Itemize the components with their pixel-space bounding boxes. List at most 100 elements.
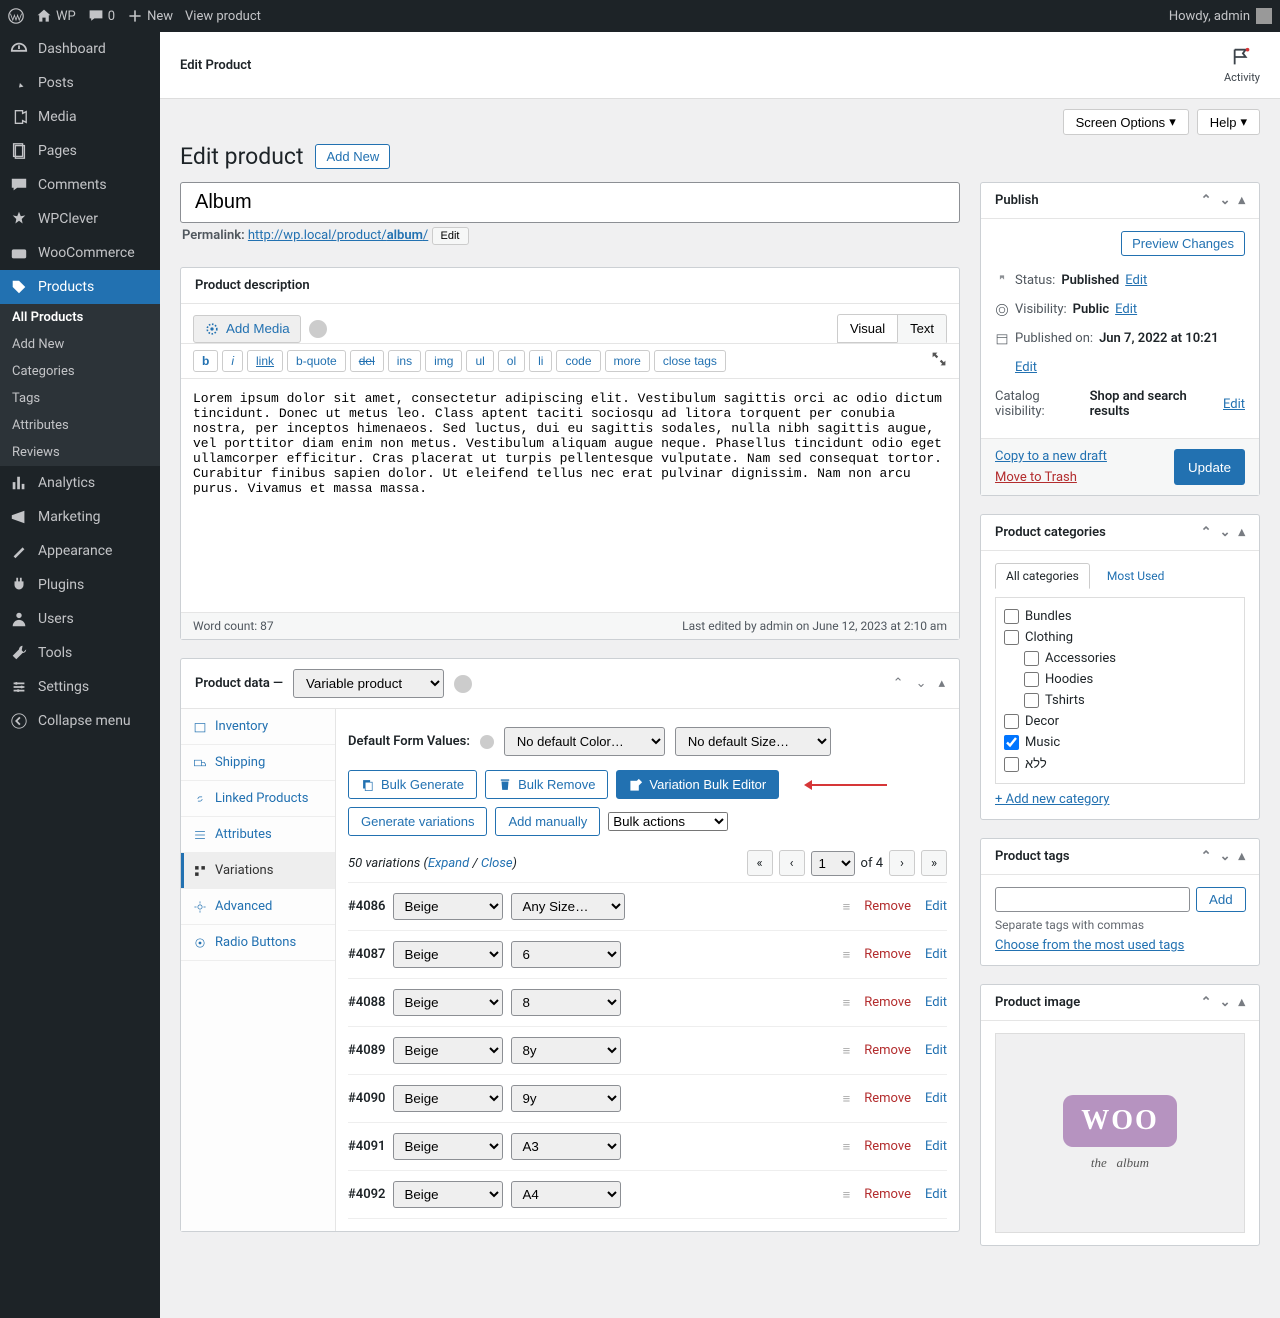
- variation-bulk-editor-button[interactable]: Variation Bulk Editor: [616, 770, 779, 799]
- variation-color-select[interactable]: Beige: [393, 941, 503, 968]
- bulk-generate-button[interactable]: Bulk Generate: [348, 770, 477, 799]
- edit-link[interactable]: Edit: [925, 1139, 947, 1154]
- submenu-attributes[interactable]: Attributes: [0, 412, 160, 439]
- permalink-link[interactable]: http://wp.local/product/album/: [248, 228, 428, 243]
- qt-ol[interactable]: ol: [498, 350, 525, 372]
- howdy-user[interactable]: Howdy, admin: [1169, 9, 1250, 24]
- generate-variations-button[interactable]: Generate variations: [348, 807, 487, 836]
- new-link[interactable]: New: [127, 8, 173, 24]
- category-item[interactable]: Hoodies: [1004, 669, 1236, 690]
- page-next-button[interactable]: ›: [889, 850, 915, 876]
- category-checkbox[interactable]: [1024, 693, 1039, 708]
- category-checkbox[interactable]: [1024, 672, 1039, 687]
- submenu-tags[interactable]: Tags: [0, 385, 160, 412]
- close-link[interactable]: Close: [481, 856, 513, 871]
- remove-link[interactable]: Remove: [864, 1091, 911, 1106]
- qt-ul[interactable]: ul: [466, 350, 493, 372]
- edit-link[interactable]: Edit: [925, 1091, 947, 1106]
- sidebar-item-comments[interactable]: Comments: [0, 168, 160, 202]
- category-item[interactable]: Accessories: [1004, 648, 1236, 669]
- drag-handle-icon[interactable]: ≡: [843, 899, 851, 915]
- help-button[interactable]: Help ▾: [1197, 109, 1260, 135]
- variation-size-select[interactable]: A3: [511, 1133, 621, 1160]
- tag-input[interactable]: [995, 887, 1190, 912]
- comments-link[interactable]: 0: [88, 8, 115, 24]
- category-checkbox[interactable]: [1004, 757, 1019, 772]
- variation-row[interactable]: #4087 Beige 6 ≡ Remove Edit: [348, 931, 947, 979]
- variation-row[interactable]: #4090 Beige 9y ≡ Remove Edit: [348, 1075, 947, 1123]
- category-checkbox[interactable]: [1004, 630, 1019, 645]
- drag-handle-icon[interactable]: ≡: [843, 1139, 851, 1155]
- drag-handle-icon[interactable]: ≡: [843, 1091, 851, 1107]
- edit-status-link[interactable]: Edit: [1125, 273, 1147, 288]
- remove-link[interactable]: Remove: [864, 1139, 911, 1154]
- help-icon[interactable]: [480, 735, 494, 749]
- page-last-button[interactable]: »: [921, 850, 947, 876]
- category-item[interactable]: Bundles: [1004, 606, 1236, 627]
- variation-size-select[interactable]: 8y: [511, 1037, 621, 1064]
- product-type-select[interactable]: Variable product: [293, 669, 444, 698]
- qt-ins[interactable]: ins: [388, 350, 421, 372]
- qt-b[interactable]: b: [193, 350, 218, 372]
- category-checkbox[interactable]: [1004, 735, 1019, 750]
- sidebar-item-woocommerce[interactable]: WooCommerce: [0, 236, 160, 270]
- product-image-thumbnail[interactable]: WOO the album: [995, 1033, 1245, 1233]
- wp-logo[interactable]: [8, 8, 24, 24]
- edit-link[interactable]: Edit: [925, 995, 947, 1010]
- page-prev-button[interactable]: ‹: [779, 850, 805, 876]
- edit-catalog-link[interactable]: Edit: [1223, 397, 1245, 412]
- variation-color-select[interactable]: Beige: [393, 1085, 503, 1112]
- variation-size-select[interactable]: 9y: [511, 1085, 621, 1112]
- submenu-reviews[interactable]: Reviews: [0, 439, 160, 466]
- expand-link[interactable]: Expand: [428, 856, 469, 871]
- permalink-edit-button[interactable]: Edit: [432, 227, 469, 245]
- variation-color-select[interactable]: Beige: [393, 1133, 503, 1160]
- category-item[interactable]: Tshirts: [1004, 690, 1236, 711]
- editor-textarea[interactable]: [181, 378, 959, 608]
- screen-options-button[interactable]: Screen Options ▾: [1063, 109, 1189, 135]
- add-media-button[interactable]: Add Media: [193, 315, 301, 343]
- qt-bquote[interactable]: b-quote: [287, 350, 346, 372]
- submenu-categories[interactable]: Categories: [0, 358, 160, 385]
- variation-color-select[interactable]: Beige: [393, 989, 503, 1016]
- pd-tab-radio[interactable]: Radio Buttons: [181, 925, 335, 961]
- variation-color-select[interactable]: Beige: [393, 1181, 503, 1208]
- category-item[interactable]: ללא: [1004, 753, 1236, 775]
- sidebar-item-wpclever[interactable]: WPClever: [0, 202, 160, 236]
- sidebar-item-dashboard[interactable]: Dashboard: [0, 32, 160, 66]
- qt-img[interactable]: img: [425, 350, 462, 372]
- sidebar-item-users[interactable]: Users: [0, 602, 160, 636]
- drag-handle-icon[interactable]: ≡: [843, 1187, 851, 1203]
- sidebar-item-pages[interactable]: Pages: [0, 134, 160, 168]
- category-item[interactable]: Decor: [1004, 711, 1236, 732]
- sidebar-item-analytics[interactable]: Analytics: [0, 466, 160, 500]
- variation-row[interactable]: #4089 Beige 8y ≡ Remove Edit: [348, 1027, 947, 1075]
- variation-row[interactable]: #4086 Beige Any Size… ≡ Remove Edit: [348, 883, 947, 931]
- pd-tab-inventory[interactable]: Inventory: [181, 709, 335, 745]
- pd-tab-attributes[interactable]: Attributes: [181, 817, 335, 853]
- submenu-all-products[interactable]: All Products: [0, 304, 160, 331]
- remove-link[interactable]: Remove: [864, 1187, 911, 1202]
- cat-tab-most[interactable]: Most Used: [1096, 563, 1176, 589]
- activity-button[interactable]: Activity: [1224, 46, 1260, 84]
- panel-toggle-icon[interactable]: ▴: [938, 676, 945, 691]
- category-item[interactable]: Clothing: [1004, 627, 1236, 648]
- qt-code[interactable]: code: [556, 350, 600, 372]
- category-checkbox[interactable]: [1004, 609, 1019, 624]
- default-size-select[interactable]: No default Size…: [675, 727, 831, 756]
- sidebar-item-plugins[interactable]: Plugins: [0, 568, 160, 602]
- category-checkbox[interactable]: [1024, 651, 1039, 666]
- site-link[interactable]: WP: [36, 8, 76, 24]
- add-manually-button[interactable]: Add manually: [495, 807, 600, 836]
- variation-row[interactable]: #4088 Beige 8 ≡ Remove Edit: [348, 979, 947, 1027]
- variation-row[interactable]: #4091 Beige A3 ≡ Remove Edit: [348, 1123, 947, 1171]
- variation-size-select[interactable]: 8: [511, 989, 621, 1016]
- edit-link[interactable]: Edit: [925, 1187, 947, 1202]
- submenu-add-new[interactable]: Add New: [0, 331, 160, 358]
- sidebar-item-marketing[interactable]: Marketing: [0, 500, 160, 534]
- add-category-link[interactable]: + Add new category: [995, 784, 1109, 807]
- qt-close[interactable]: close tags: [654, 350, 726, 372]
- variation-size-select[interactable]: 6: [511, 941, 621, 968]
- pd-tab-advanced[interactable]: Advanced: [181, 889, 335, 925]
- preview-changes-button[interactable]: Preview Changes: [1121, 231, 1245, 256]
